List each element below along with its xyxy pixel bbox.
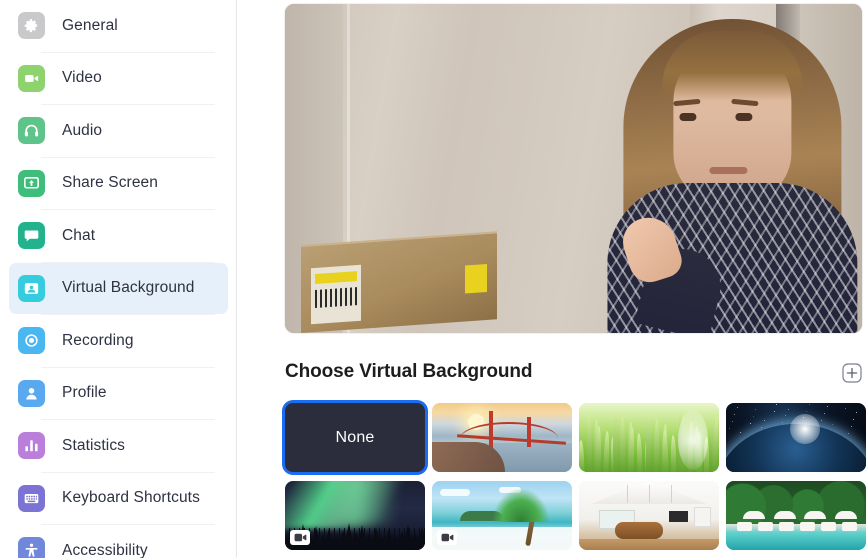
- section-title: Choose Virtual Background: [285, 361, 533, 382]
- background-option-pool[interactable]: [726, 481, 866, 550]
- background-thumbnail-wrapper: [579, 403, 726, 472]
- sidebar-item-share-screen[interactable]: Share Screen: [9, 158, 228, 210]
- sidebar-item-general[interactable]: General: [9, 0, 228, 52]
- sidebar-item-label: Share Screen: [62, 174, 158, 192]
- sidebar-item-keyboard-shortcuts[interactable]: Keyboard Shortcuts: [9, 473, 228, 525]
- sidebar-item-label: General: [62, 16, 118, 34]
- background-option-beach[interactable]: [432, 481, 572, 550]
- person-icon: [18, 379, 45, 407]
- video-camera-icon: [18, 64, 45, 92]
- sidebar-item-label: Accessibility: [62, 541, 148, 558]
- sidebar-item-virtual-background[interactable]: Virtual Background: [9, 262, 228, 314]
- virtual-background-icon: [18, 274, 45, 302]
- sidebar-nav-list: General Video Audio Share Screen Chat Vir…: [0, 0, 237, 558]
- background-option-living[interactable]: [579, 481, 719, 550]
- virtual-background-grid: None: [285, 403, 868, 550]
- settings-window: General Video Audio Share Screen Chat Vir…: [0, 0, 868, 558]
- background-option-none[interactable]: None: [285, 403, 425, 472]
- sidebar-item-label: Video: [62, 69, 102, 87]
- sidebar-item-label: Profile: [62, 384, 107, 402]
- chat-bubble-icon: [18, 222, 45, 250]
- sidebar-item-audio[interactable]: Audio: [9, 105, 228, 157]
- background-option-earth[interactable]: [726, 403, 866, 472]
- settings-sidebar: General Video Audio Share Screen Chat Vir…: [0, 0, 237, 558]
- keyboard-icon: [18, 484, 45, 512]
- bar-chart-icon: [18, 432, 45, 460]
- sidebar-item-label: Chat: [62, 226, 96, 244]
- background-option-grass[interactable]: [579, 403, 719, 472]
- headphones-icon: [18, 117, 45, 145]
- sidebar-item-recording[interactable]: Recording: [9, 315, 228, 367]
- virtual-background-panel: Choose Virtual Background None: [237, 0, 868, 558]
- video-badge-icon: [290, 530, 310, 545]
- background-thumbnail-wrapper: [432, 403, 579, 472]
- video-badge-icon: [437, 530, 457, 545]
- sidebar-item-label: Recording: [62, 331, 134, 349]
- background-option-label: None: [335, 428, 375, 446]
- background-thumbnail-wrapper: [432, 481, 579, 550]
- background-option-bridge[interactable]: [432, 403, 572, 472]
- sidebar-item-accessibility[interactable]: Accessibility: [9, 525, 228, 558]
- background-thumbnail-wrapper: [726, 481, 868, 550]
- gear-icon: [18, 12, 45, 40]
- accessibility-icon: [18, 537, 45, 558]
- sidebar-item-label: Audio: [62, 121, 103, 139]
- background-thumbnail-wrapper: [726, 403, 868, 472]
- add-background-button[interactable]: [842, 363, 862, 383]
- sidebar-item-label: Keyboard Shortcuts: [62, 489, 200, 507]
- choose-background-header: Choose Virtual Background: [285, 361, 862, 383]
- record-circle-icon: [18, 327, 45, 355]
- share-screen-icon: [18, 169, 45, 197]
- sidebar-item-chat[interactable]: Chat: [9, 210, 228, 262]
- background-thumbnail-wrapper: None: [285, 403, 432, 472]
- preview-cardboard-box: [301, 231, 497, 333]
- sidebar-item-statistics[interactable]: Statistics: [9, 420, 228, 472]
- sidebar-item-label: Virtual Background: [62, 279, 195, 297]
- sidebar-item-profile[interactable]: Profile: [9, 368, 228, 420]
- background-thumbnail-wrapper: [285, 481, 432, 550]
- video-preview[interactable]: [285, 4, 862, 333]
- sidebar-item-label: Statistics: [62, 436, 126, 454]
- sidebar-item-video[interactable]: Video: [9, 53, 228, 105]
- preview-person: [567, 4, 862, 333]
- background-thumbnail-wrapper: [579, 481, 726, 550]
- background-option-aurora[interactable]: [285, 481, 425, 550]
- plus-square-icon: [842, 363, 862, 383]
